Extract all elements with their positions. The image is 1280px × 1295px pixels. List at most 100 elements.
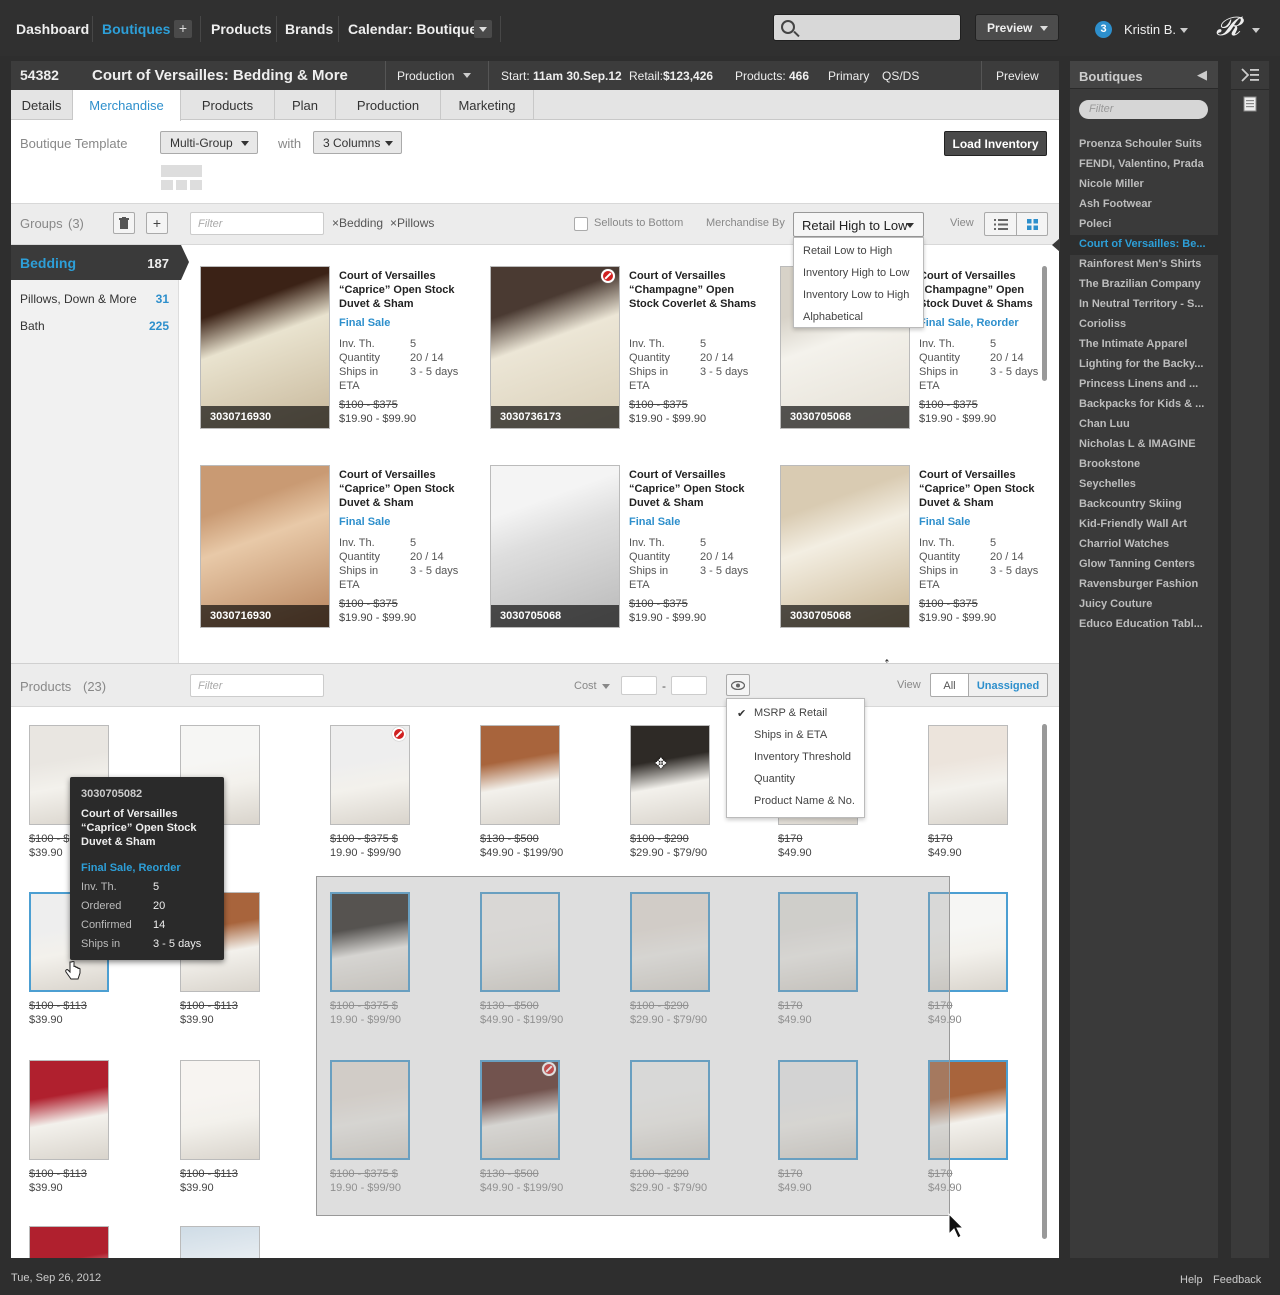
merchandise-sort-dropdown[interactable]: Retail High to Low xyxy=(793,212,924,237)
template-type-dropdown[interactable]: Multi-Group xyxy=(160,131,258,154)
preview-dropdown-button[interactable]: Preview xyxy=(975,14,1059,41)
merch-scrollbar[interactable] xyxy=(1042,266,1047,381)
sidebar-item[interactable]: Proenza Schouler Suits xyxy=(1079,138,1213,150)
collapse-panel-icon[interactable] xyxy=(1241,68,1259,82)
sidebar-item[interactable]: Nicole Miller xyxy=(1079,178,1213,190)
sidebar-item[interactable]: Educo Education Tabl... xyxy=(1079,618,1213,630)
view-unassigned-button[interactable]: Unassigned xyxy=(968,673,1048,697)
sidebar-item[interactable]: Princess Linens and ... xyxy=(1079,378,1213,390)
product-thumbnail[interactable] xyxy=(180,1226,260,1258)
tab-marketing[interactable]: Marketing xyxy=(441,90,534,120)
sidebar-item[interactable]: In Neutral Territory - S... xyxy=(1079,298,1213,310)
columns-dropdown[interactable]: 3 Columns xyxy=(313,131,402,154)
product-thumbnail[interactable] xyxy=(928,725,1008,825)
sidebar-item[interactable]: Backcountry Skiing xyxy=(1079,498,1213,510)
sidebar-item[interactable]: Glow Tanning Centers xyxy=(1079,558,1213,570)
primary-link[interactable]: Primary xyxy=(828,69,869,83)
product-photo[interactable]: 3030716930 xyxy=(200,266,330,429)
cost-max-input[interactable] xyxy=(671,676,707,695)
search-input[interactable] xyxy=(773,14,961,41)
product-photo[interactable]: 3030716930 xyxy=(200,465,330,628)
column-option[interactable]: Inventory Threshold xyxy=(754,751,851,763)
products-filter-input[interactable]: Filter xyxy=(190,674,324,697)
document-icon[interactable] xyxy=(1243,96,1257,112)
sort-option[interactable]: Inventory Low to High xyxy=(803,289,909,301)
group-item-bath[interactable]: Bath xyxy=(20,319,45,333)
sidebar-item[interactable]: Brookstone xyxy=(1079,458,1213,470)
sellouts-checkbox[interactable] xyxy=(574,217,588,231)
nav-dashboard[interactable]: Dashboard xyxy=(16,21,89,37)
sidebar-item[interactable]: Lighting for the Backy... xyxy=(1079,358,1213,370)
sidebar-item[interactable]: Backpacks for Kids & ... xyxy=(1079,398,1213,410)
sidebar-item[interactable]: Ash Footwear xyxy=(1079,198,1213,210)
product-photo[interactable]: 3030736173 xyxy=(490,266,620,429)
user-menu[interactable]: Kristin B. xyxy=(1124,22,1176,37)
view-all-button[interactable]: All xyxy=(930,673,969,697)
feedback-link[interactable]: Feedback xyxy=(1213,1274,1261,1286)
sidebar-item[interactable]: Rainforest Men's Shirts xyxy=(1079,258,1213,270)
products-scrollbar[interactable] xyxy=(1042,724,1047,1239)
column-option[interactable]: Ships in & ETA xyxy=(754,729,827,741)
column-option[interactable]: MSRP & Retail xyxy=(754,707,827,719)
cost-min-input[interactable] xyxy=(621,676,657,695)
remove-icon[interactable]: × xyxy=(332,216,339,230)
columns-toggle-button[interactable] xyxy=(726,674,750,696)
nav-brands[interactable]: Brands xyxy=(285,21,333,37)
product-thumbnail[interactable] xyxy=(29,1060,109,1160)
collapse-arrow-icon[interactable]: ◀ xyxy=(1197,67,1207,83)
sort-option[interactable]: Retail Low to High xyxy=(803,245,892,257)
delete-group-button[interactable] xyxy=(113,212,135,234)
column-option[interactable]: Product Name & No. xyxy=(754,795,855,807)
nav-calendar[interactable]: Calendar: Boutique xyxy=(348,21,477,37)
filter-tag-bedding[interactable]: ×Bedding xyxy=(332,216,383,230)
notification-badge[interactable]: 3 xyxy=(1095,21,1112,38)
group-item-bedding[interactable]: Bedding 187 xyxy=(11,245,189,280)
filter-tag-pillows[interactable]: ×Pillows xyxy=(390,216,434,230)
sidebar-item[interactable]: Charriol Watches xyxy=(1079,538,1213,550)
sidebar-item[interactable]: Kid-Friendly Wall Art xyxy=(1079,518,1213,530)
product-thumbnail[interactable] xyxy=(29,1226,109,1258)
grid-view-icon[interactable] xyxy=(1027,219,1038,233)
sidebar-item[interactable]: Nicholas L & IMAGINE xyxy=(1079,438,1213,450)
sidebar-item[interactable]: Corioliss xyxy=(1079,318,1213,330)
sort-option[interactable]: Inventory High to Low xyxy=(803,267,909,279)
add-boutique-button[interactable]: + xyxy=(174,20,192,38)
product-photo[interactable]: 3030705068 xyxy=(490,465,620,628)
tab-production[interactable]: Production xyxy=(336,90,441,120)
add-group-button[interactable]: + xyxy=(146,212,168,234)
list-view-icon[interactable] xyxy=(994,219,1008,233)
header-preview-button[interactable]: Preview xyxy=(996,69,1039,83)
load-inventory-button[interactable]: Load Inventory xyxy=(944,131,1047,156)
qsds-link[interactable]: QS/DS xyxy=(882,69,919,83)
sidebar-item[interactable]: Juicy Couture xyxy=(1079,598,1213,610)
nav-products[interactable]: Products xyxy=(211,21,272,37)
status-dropdown[interactable]: Production xyxy=(397,69,454,83)
remove-icon[interactable]: × xyxy=(390,216,397,230)
sidebar-item[interactable]: The Intimate Apparel xyxy=(1079,338,1213,350)
sidebar-item[interactable]: The Brazilian Company xyxy=(1079,278,1213,290)
product-photo[interactable]: 3030705068 xyxy=(780,465,910,628)
sidebar-item[interactable]: Chan Luu xyxy=(1079,418,1213,430)
column-option[interactable]: Quantity xyxy=(754,773,795,785)
tab-products[interactable]: Products xyxy=(181,90,275,120)
sidebar-filter-input[interactable]: Filter xyxy=(1079,100,1208,119)
product-thumbnail[interactable] xyxy=(630,725,710,825)
sidebar-item[interactable]: Ravensburger Fashion xyxy=(1079,578,1213,590)
help-link[interactable]: Help xyxy=(1180,1274,1203,1286)
sidebar-item[interactable]: Seychelles xyxy=(1079,478,1213,490)
product-thumbnail[interactable] xyxy=(180,1060,260,1160)
calendar-dropdown-button[interactable] xyxy=(474,20,492,38)
nav-boutiques[interactable]: Boutiques xyxy=(102,21,170,37)
tab-merchandise[interactable]: Merchandise xyxy=(73,90,181,121)
sidebar-item[interactable]: FENDI, Valentino, Prada xyxy=(1079,158,1213,170)
tab-plan[interactable]: Plan xyxy=(275,90,336,120)
tab-details[interactable]: Details xyxy=(11,90,73,120)
qty-value: 20 / 14 xyxy=(410,352,444,364)
product-thumbnail[interactable] xyxy=(480,725,560,825)
cost-dropdown[interactable]: Cost xyxy=(574,680,597,692)
sidebar-item[interactable]: Court of Versailles: Be... xyxy=(1079,238,1213,250)
sort-option[interactable]: Alphabetical xyxy=(803,311,863,323)
group-item-pillows[interactable]: Pillows, Down & More xyxy=(20,292,137,306)
groups-filter-input[interactable]: Filter xyxy=(190,212,324,235)
sidebar-item[interactable]: Poleci xyxy=(1079,218,1213,230)
